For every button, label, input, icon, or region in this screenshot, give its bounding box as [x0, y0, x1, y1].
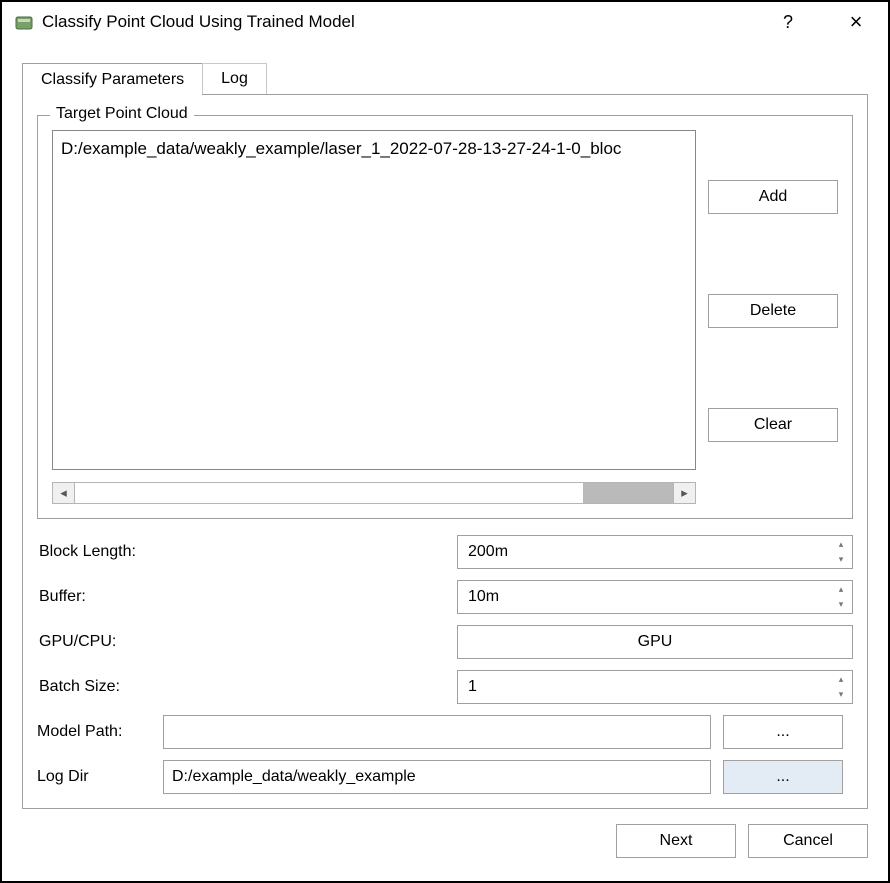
titlebar: Classify Point Cloud Using Trained Model…	[2, 2, 888, 42]
gpu-cpu-value: GPU	[638, 633, 673, 651]
spin-down-icon[interactable]: ▾	[832, 597, 850, 612]
buffer-value: 10m	[468, 588, 499, 606]
window-title: Classify Point Cloud Using Trained Model	[42, 12, 760, 32]
app-icon	[14, 12, 34, 32]
fieldset-legend: Target Point Cloud	[50, 105, 194, 123]
buffer-label: Buffer:	[37, 588, 457, 606]
scroll-thumb[interactable]	[583, 483, 673, 503]
log-dir-browse-button[interactable]: ...	[723, 760, 843, 794]
next-button[interactable]: Next	[616, 824, 736, 858]
spin-up-icon[interactable]: ▴	[832, 582, 850, 597]
add-button[interactable]: Add	[708, 180, 838, 214]
batch-size-input[interactable]: 1 ▴▾	[457, 670, 853, 704]
model-path-input[interactable]	[163, 715, 711, 749]
log-dir-label: Log Dir	[37, 768, 151, 786]
block-length-value: 200m	[468, 543, 508, 561]
gpu-cpu-label: GPU/CPU:	[37, 633, 457, 651]
scroll-left-arrow[interactable]: ◂	[53, 483, 75, 503]
block-length-input[interactable]: 200m ▴▾	[457, 535, 853, 569]
cancel-button[interactable]: Cancel	[748, 824, 868, 858]
list-item[interactable]: D:/example_data/weakly_example/laser_1_2…	[61, 139, 687, 159]
scroll-track[interactable]	[75, 483, 673, 503]
model-path-browse-button[interactable]: ...	[723, 715, 843, 749]
spin-down-icon[interactable]: ▾	[832, 552, 850, 567]
fieldset-target-point-cloud: Target Point Cloud D:/example_data/weakl…	[37, 115, 853, 519]
tab-classify-parameters[interactable]: Classify Parameters	[22, 63, 203, 95]
target-file-list[interactable]: D:/example_data/weakly_example/laser_1_2…	[52, 130, 696, 470]
clear-button[interactable]: Clear	[708, 408, 838, 442]
spin-down-icon[interactable]: ▾	[832, 687, 850, 702]
tab-log[interactable]: Log	[202, 63, 267, 94]
log-dir-input[interactable]	[163, 760, 711, 794]
close-button[interactable]: ×	[836, 9, 876, 35]
block-length-label: Block Length:	[37, 543, 457, 561]
panel-classify-parameters: Target Point Cloud D:/example_data/weakl…	[22, 94, 868, 809]
horizontal-scrollbar[interactable]: ◂ ▸	[52, 482, 696, 504]
batch-size-value: 1	[468, 678, 477, 696]
buffer-input[interactable]: 10m ▴▾	[457, 580, 853, 614]
tab-bar: Classify Parameters Log	[22, 62, 888, 94]
spin-up-icon[interactable]: ▴	[832, 537, 850, 552]
help-button[interactable]: ?	[768, 12, 808, 33]
gpu-cpu-select[interactable]: GPU	[457, 625, 853, 659]
batch-size-label: Batch Size:	[37, 678, 457, 696]
scroll-right-arrow[interactable]: ▸	[673, 483, 695, 503]
spin-up-icon[interactable]: ▴	[832, 672, 850, 687]
delete-button[interactable]: Delete	[708, 294, 838, 328]
model-path-label: Model Path:	[37, 723, 151, 741]
